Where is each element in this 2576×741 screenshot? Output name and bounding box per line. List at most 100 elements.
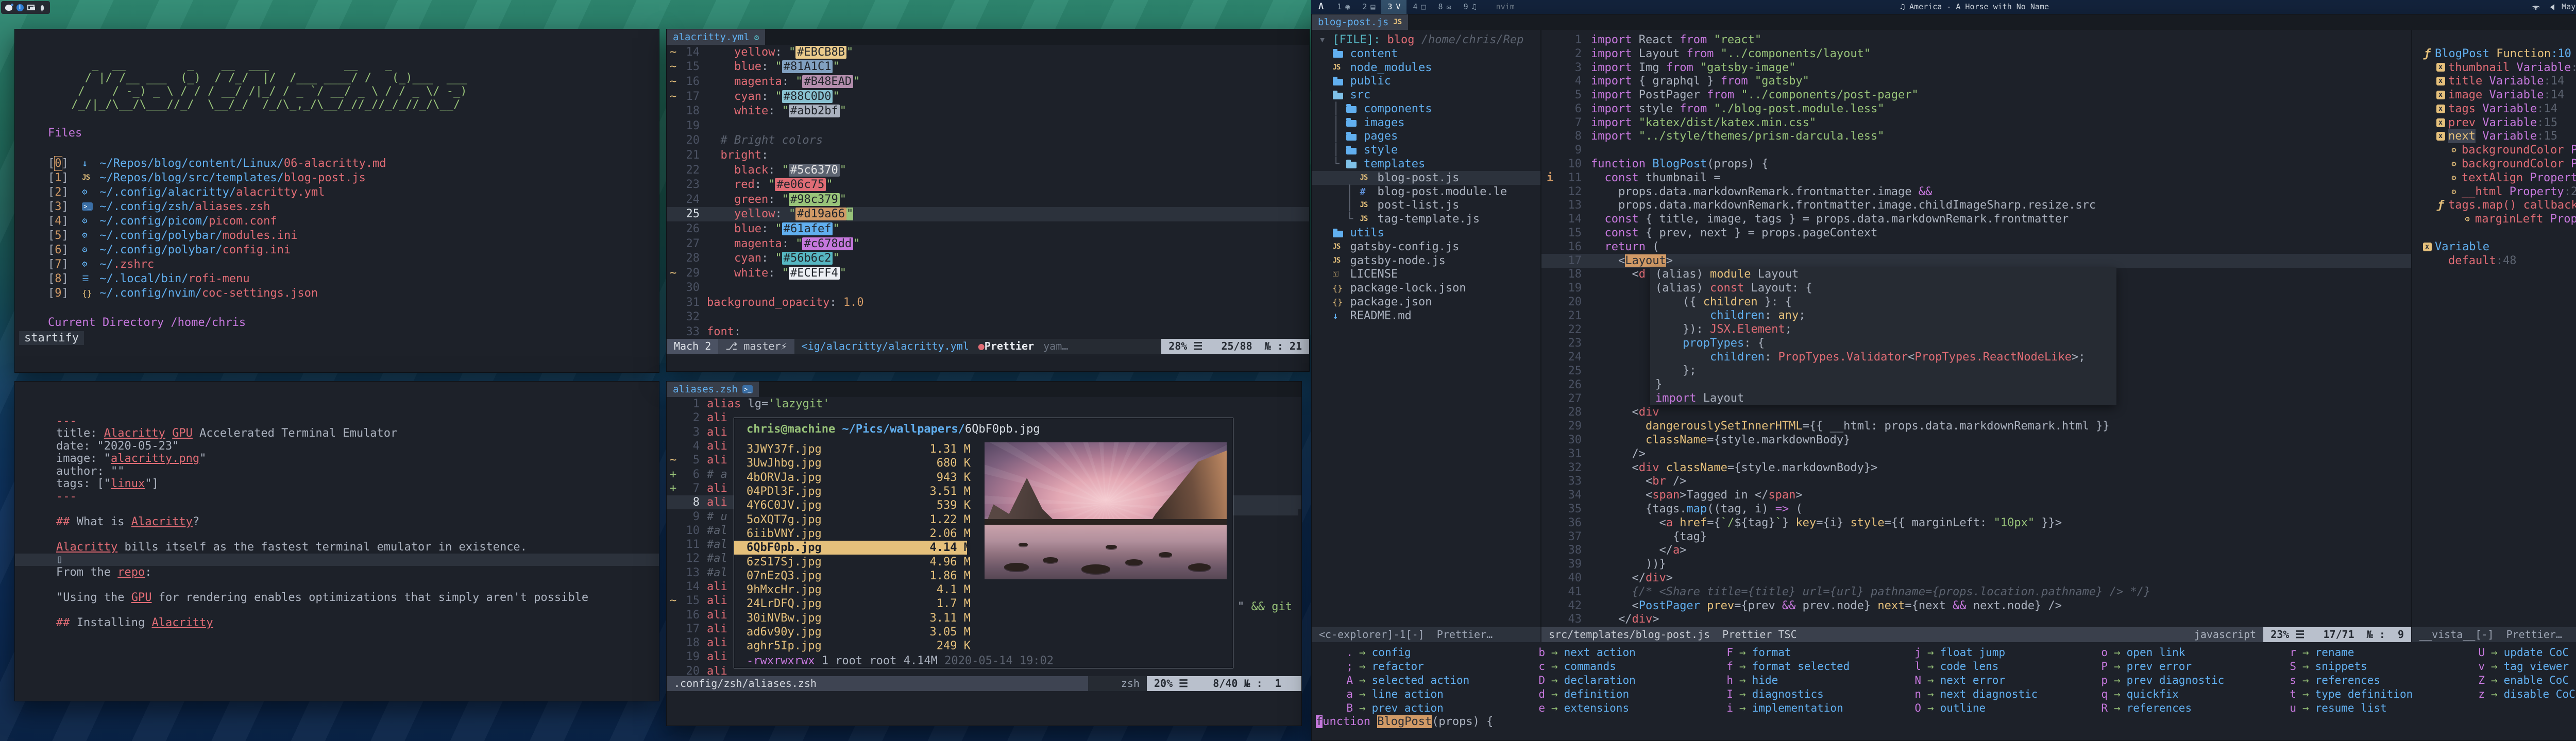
explorer-row-/home/chris/Rep[interactable]: ▾ [FILE]: blog /home/chris/Rep xyxy=(1312,33,1540,47)
cheatsheet-binding-R[interactable]: R→references xyxy=(2086,701,2272,715)
vista-item[interactable]: ⚙textAlign Property:25 xyxy=(2419,171,2576,185)
explorer-row-gatsby-config.js[interactable]: JSgatsby-config.js xyxy=(1312,240,1540,254)
cheatsheet-binding-v[interactable]: v→tag viewer xyxy=(2463,660,2576,674)
startify-entry-9[interactable]: [9] {}~/.config/nvim/coc-settings.json xyxy=(48,286,386,300)
vista-item[interactable]: xthumbnail Variable:11 xyxy=(2419,61,2576,75)
vista-item[interactable]: ƒtags.map() callback Functi xyxy=(2419,199,2576,213)
cheatsheet-binding-O[interactable]: O→outline xyxy=(1900,701,2085,715)
cheatsheet-binding-p[interactable]: p→prev diagnostic xyxy=(2086,674,2272,687)
cheatsheet-binding-;[interactable]: ;→refactor xyxy=(1331,660,1517,674)
explorer-row-README.md[interactable]: ↓README.md xyxy=(1312,309,1540,323)
cheatsheet-binding-o[interactable]: o→open link xyxy=(2086,646,2272,660)
cheatsheet-binding-a[interactable]: a→line action xyxy=(1331,687,1517,701)
cheatsheet-binding-i[interactable]: i→implementation xyxy=(1711,701,1897,715)
picker-file-4Y6C0JV.jpg[interactable]: 4Y6C0JV.jpg539 K xyxy=(734,498,971,512)
explorer-row-public[interactable]: public xyxy=(1312,74,1540,88)
picker-file-6zS17Sj.jpg[interactable]: 6zS17Sj.jpg4.96 M xyxy=(734,555,971,568)
cheatsheet-binding-e[interactable]: e→extensions xyxy=(1523,701,1709,715)
picker-file-30iNVBw.jpg[interactable]: 30iNVBw.jpg3.11 M xyxy=(734,611,971,625)
explorer-row-node_modules[interactable]: JSnode_modules xyxy=(1312,61,1540,75)
workspace-3[interactable]: 3V xyxy=(1381,0,1406,14)
startify-entry-7[interactable]: [7] ⚙~/.zshrc xyxy=(48,257,386,271)
discord-icon[interactable] xyxy=(5,4,13,11)
arch-logo-icon[interactable]: Λ xyxy=(1311,0,1331,14)
explorer-row-style[interactable]: │ style xyxy=(1312,143,1540,157)
vista-item[interactable]: ⚙__html Property:29 xyxy=(2419,185,2576,199)
explorer-row-components[interactable]: │ components xyxy=(1312,102,1540,116)
picker-file-9hMxcHr.jpg[interactable]: 9hMxcHr.jpg4.1 M xyxy=(734,583,971,597)
cheatsheet-binding-D[interactable]: D→declaration xyxy=(1523,674,1709,687)
workspace-4[interactable]: 4□ xyxy=(1406,0,1432,14)
volume-icon[interactable] xyxy=(2547,4,2554,10)
cheatsheet-binding-f[interactable]: f→format selected xyxy=(1711,660,1897,674)
picker-file-aghr5Ip.jpg[interactable]: aghr5Ip.jpg249 K xyxy=(734,639,971,653)
cheatsheet-binding-z[interactable]: z→disable CoC xyxy=(2463,687,2576,701)
startify-entry-6[interactable]: [6] ⚙~/.config/polybar/config.ini xyxy=(48,243,386,257)
vsplit-border-2[interactable] xyxy=(2411,30,2412,627)
picker-file-5oXQT7g.jpg[interactable]: 5oXQT7g.jpg1.22 M xyxy=(734,512,971,526)
cheatsheet-binding-F[interactable]: F→format xyxy=(1711,646,1897,660)
cheatsheet-binding-P[interactable]: P→prev error xyxy=(2086,660,2272,674)
vista-item[interactable]: xtitle Variable:14 xyxy=(2419,74,2576,88)
picker-file-3UwJhbg.jpg[interactable]: 3UwJhbg.jpg680 K xyxy=(734,456,971,470)
workspace-2[interactable]: 2▤ xyxy=(1356,0,1381,14)
workspace-8[interactable]: 8✉ xyxy=(1432,0,1458,14)
explorer-row-LICENSE[interactable]: ⚿LICENSE xyxy=(1312,268,1540,282)
vista-item[interactable]: xnext Variable:15 xyxy=(2419,130,2576,144)
now-playing[interactable]: ♫ America - A Horse with No Name xyxy=(1900,0,2049,14)
startify-entry-3[interactable]: [3] >_~/.config/zsh/aliases.zsh xyxy=(48,199,386,214)
cheatsheet-binding-t[interactable]: t→type definition xyxy=(2275,687,2460,701)
cheatsheet-binding-b[interactable]: b→next action xyxy=(1523,646,1709,660)
cheatsheet-binding-r[interactable]: r→rename xyxy=(2275,646,2460,660)
cheatsheet-binding-j[interactable]: j→float jump xyxy=(1900,646,2085,660)
cheatsheet-binding-B[interactable]: B→prev action xyxy=(1331,701,1517,715)
picker-file-6iibVNY.jpg[interactable]: 6iibVNY.jpg2.06 M xyxy=(734,527,971,541)
bluetooth-icon[interactable]: ᛒ xyxy=(16,4,24,11)
picker-file-6QbF0pb.jpg[interactable]: 6QbF0pb.jpg4.14 M xyxy=(734,541,967,555)
cheatsheet-binding-.[interactable]: .→config xyxy=(1331,646,1517,660)
startify-entry-5[interactable]: [5] ⚙~/.config/polybar/modules.ini xyxy=(48,228,386,243)
explorer-row-images[interactable]: │ images xyxy=(1312,116,1540,130)
cheatsheet-binding-c[interactable]: c→commands xyxy=(1523,660,1709,674)
picker-file-24LrDFQ.jpg[interactable]: 24LrDFQ.jpg1.7 M xyxy=(734,597,971,611)
startify-entry-8[interactable]: [8] ☰~/.local/bin/rofi-menu xyxy=(48,271,386,286)
cheatsheet-binding-A[interactable]: A→selected action xyxy=(1331,674,1517,687)
workspace-9[interactable]: 9♫ xyxy=(1458,0,1483,14)
startify-entry-2[interactable]: [2] ⚙~/.config/alacritty/alacritty.yml xyxy=(48,185,386,199)
picker-file-07nEzQ3.jpg[interactable]: 07nEzQ3.jpg1.86 M xyxy=(734,569,971,583)
vista-item[interactable]: xVariable xyxy=(2419,240,2576,254)
explorer-row-src[interactable]: src xyxy=(1312,88,1540,102)
vista-item[interactable]: xprev Variable:15 xyxy=(2419,116,2576,130)
cheatsheet-binding-d[interactable]: d→definition xyxy=(1523,687,1709,701)
picker-file-04PDl3F.jpg[interactable]: 04PDl3F.jpg3.51 M xyxy=(734,485,971,498)
explorer-row-post-list.js[interactable]: │ JSpost-list.js xyxy=(1312,199,1540,213)
vista-item[interactable]: ƒBlogPost Function:10 xyxy=(2419,47,2576,61)
explorer-row-package-lock.json[interactable]: {}package-lock.json xyxy=(1312,281,1540,295)
vista-item[interactable]: ⚙backgroundColor Property: xyxy=(2419,157,2576,171)
lamp-icon[interactable] xyxy=(38,4,46,11)
cheatsheet-binding-S[interactable]: S→snippets xyxy=(2275,660,2460,674)
cheatsheet-binding-U[interactable]: U→update CoC xyxy=(2463,646,2576,660)
explorer-row-utils[interactable]: utils xyxy=(1312,226,1540,240)
cheatsheet-binding-s[interactable]: s→references xyxy=(2275,674,2460,687)
tab-blog-post-js[interactable]: blog-post.jsJS xyxy=(1312,14,1408,30)
wifi-icon[interactable] xyxy=(2532,4,2540,10)
explorer-row-package.json[interactable]: {}package.json xyxy=(1312,295,1540,309)
vista-item[interactable] xyxy=(2419,226,2576,240)
cheatsheet-binding-l[interactable]: l→code lens xyxy=(1900,660,2085,674)
cheatsheet-binding-q[interactable]: q→quickfix xyxy=(2086,687,2272,701)
vista-item[interactable]: xtags Variable:14 xyxy=(2419,102,2576,116)
vista-item[interactable]: ⚙marginLeft Property:36 xyxy=(2419,212,2576,226)
cheatsheet-binding-n[interactable]: n→next diagnostic xyxy=(1900,687,2085,701)
explorer-row-blog-post.module.le[interactable]: │ #blog-post.module.le xyxy=(1312,185,1540,199)
vista-item[interactable]: default:48 xyxy=(2419,254,2576,268)
cheatsheet-binding-I[interactable]: I→diagnostics xyxy=(1711,687,1897,701)
cheatsheet-binding-h[interactable]: h→hide xyxy=(1711,674,1897,687)
tab-alacritty-yml[interactable]: alacritty.yml⚙ xyxy=(667,29,765,45)
tab-aliases-zsh[interactable]: aliases.zsh>_ xyxy=(667,382,759,397)
explorer-row-tag-template.js[interactable]: └ JStag-template.js xyxy=(1312,212,1540,226)
cheatsheet-binding-Z[interactable]: Z→enable CoC xyxy=(2463,674,2576,687)
display-icon[interactable] xyxy=(27,4,35,11)
workspace-1[interactable]: 1◉ xyxy=(1331,0,1356,14)
picker-file-3JWY37f.jpg[interactable]: 3JWY37f.jpg1.31 M xyxy=(734,442,971,456)
